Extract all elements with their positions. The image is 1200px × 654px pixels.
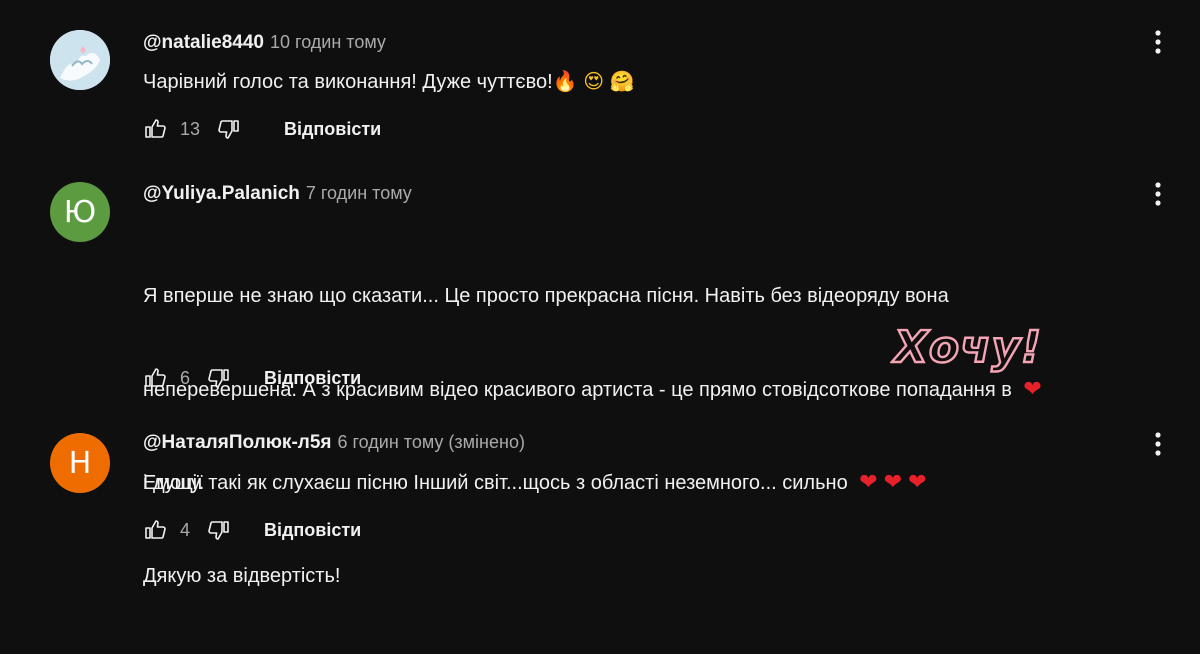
more-actions-button[interactable] [1144,430,1172,458]
comment-text-content: Чарівний голос та виконання! Дуже чуттєв… [143,71,553,93]
thumbs-down-icon [208,369,229,388]
like-button[interactable] [142,365,168,391]
avatar[interactable]: Н [50,433,110,493]
comment-time[interactable]: 6 годин тому (змінено) [338,432,525,453]
thumbs-up-icon [145,520,166,539]
comment-text-line: Дякую за відвертість! [143,565,341,587]
comment-time[interactable]: 7 годин тому [306,183,412,204]
author-name[interactable]: @Yuliya.Palanich [143,183,300,205]
avatar-hands-heart-image [50,30,110,90]
like-count: 13 [180,118,201,139]
thumbs-up-icon [145,368,166,387]
dislike-button[interactable] [216,116,242,142]
heart-emoji-icon: ❤ [859,470,878,495]
comment-text: Емоції такі як слухаєш пісню Інший світ.… [143,467,1183,499]
comment-actions: 6 Відповісти [142,364,361,392]
comment-text-line: Я вперше не знаю що сказати... Це просто… [143,285,949,307]
avatar-letter: Ю [63,194,97,230]
thumbs-up-icon [145,119,166,138]
more-actions-button[interactable] [1144,180,1172,208]
more-vertical-icon [1155,30,1161,54]
like-button[interactable] [142,517,168,543]
comment-text: Чарівний голос та виконання! Дуже чуттєв… [143,66,1183,98]
avatar-letter: Н [68,445,92,481]
heart-eyes-emoji-icon: 😍 [583,69,605,93]
comment-text-content: Емоції такі як слухаєш пісню Інший світ.… [143,472,848,494]
sticker-text-image: Хочу! [890,321,1043,374]
comment-actions: 13 Відповісти [142,115,381,143]
comment-time[interactable]: 10 годин тому [270,32,386,53]
reply-button[interactable]: Відповісти [284,119,381,140]
more-actions-button[interactable] [1144,28,1172,56]
comment-actions: 4 Відповісти [142,516,361,544]
dislike-button[interactable] [206,365,232,391]
more-vertical-icon [1155,182,1161,206]
heart-emoji-icon: ❤ [883,470,903,495]
like-count: 4 [180,519,191,540]
comment-header: @Yuliya.Palanich 7 годин тому [143,183,412,207]
thumbs-down-icon [208,521,229,540]
author-name[interactable]: @natalie8440 [143,32,264,54]
reply-button[interactable]: Відповісти [264,520,361,541]
fire-emoji-icon: 🔥 [552,69,578,93]
sticker-overlay: Хочу! [890,318,1070,379]
avatar[interactable]: Ю [50,182,110,242]
author-name[interactable]: @НаталяПолюк-л5я [143,432,332,454]
comment-header: @natalie8440 10 годин тому [143,32,386,56]
sticker-text: Хочу! [891,322,1042,373]
comment-header: @НаталяПолюк-л5я 6 годин тому (змінено) [143,432,525,456]
hugging-emoji-icon: 🤗 [609,69,635,93]
heart-emoji-icon: ❤ [908,470,927,495]
like-count: 6 [180,367,191,388]
like-button[interactable] [142,116,168,142]
avatar[interactable] [50,30,110,90]
reply-button[interactable]: Відповісти [264,368,361,389]
thumbs-down-icon [218,120,239,139]
dislike-button[interactable] [206,517,232,543]
more-vertical-icon [1155,432,1161,456]
